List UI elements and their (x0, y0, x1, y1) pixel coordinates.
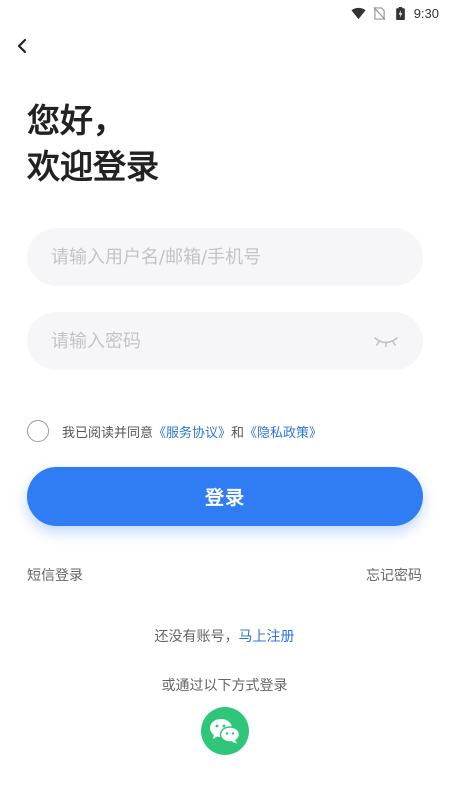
forgot-password-link[interactable]: 忘记密码 (366, 565, 422, 585)
chevron-left-icon (17, 38, 27, 54)
register-row: 还没有账号，马上注册 (0, 626, 449, 646)
username-input[interactable] (51, 246, 399, 268)
password-input[interactable] (51, 330, 373, 352)
privacy-policy-link[interactable]: 《隐私政策》 (244, 422, 322, 441)
login-button[interactable]: 登录 (27, 467, 423, 526)
greeting-title: 您好， 欢迎登录 (27, 98, 159, 190)
sms-login-link[interactable]: 短信登录 (27, 565, 83, 585)
wechat-icon (210, 719, 241, 744)
wifi-icon (351, 7, 366, 19)
username-field-container (27, 228, 423, 286)
service-agreement-link[interactable]: 《服务协议》 (153, 422, 231, 441)
status-bar: 9:30 (0, 0, 449, 26)
agreement-checkbox[interactable] (27, 420, 49, 442)
register-link[interactable]: 马上注册 (239, 629, 295, 645)
no-sim-icon (373, 6, 386, 20)
login-screen: 9:30 您好， 欢迎登录 我已阅读并同意 《服务协议》 和 《隐私政策》 登录… (0, 0, 449, 798)
back-button[interactable] (10, 34, 34, 58)
other-login-methods-label: 或通过以下方式登录 (161, 678, 288, 694)
agreement-and: 和 (231, 425, 245, 441)
agreement-row: 我已阅读并同意 《服务协议》 和 《隐私政策》 (27, 420, 322, 442)
password-field-container (27, 312, 423, 370)
agreement-prefix: 我已阅读并同意 (62, 425, 154, 441)
wechat-login-button[interactable] (201, 707, 249, 755)
greeting-line-2: 欢迎登录 (27, 147, 159, 186)
eye-closed-icon[interactable] (373, 334, 399, 348)
battery-charging-icon (395, 6, 405, 20)
register-prompt: 还没有账号， (154, 629, 239, 645)
greeting-line-1: 您好， (27, 101, 126, 140)
status-time: 9:30 (413, 5, 439, 21)
